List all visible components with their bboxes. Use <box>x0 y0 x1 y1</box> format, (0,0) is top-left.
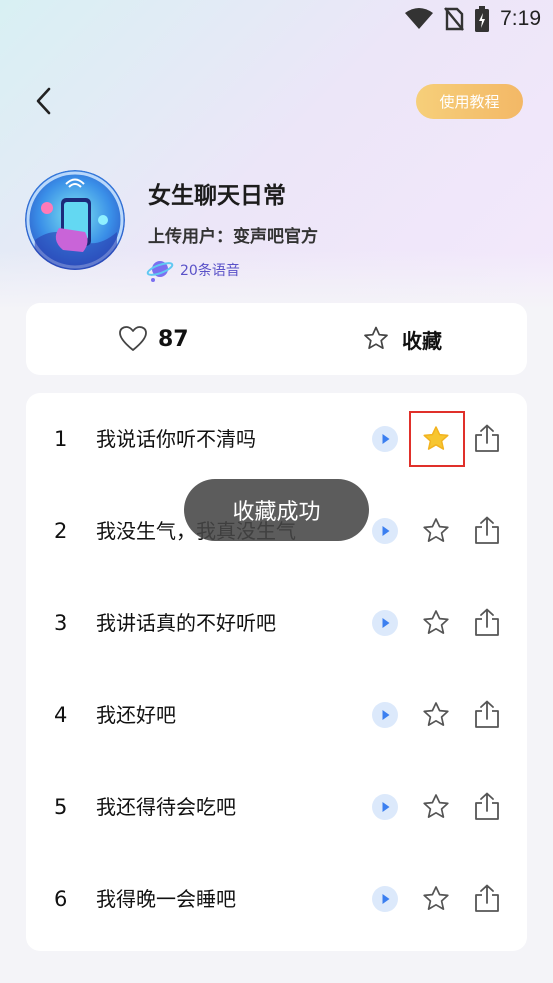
play-icon <box>382 802 390 812</box>
wifi-icon <box>405 8 434 29</box>
pack-cover-image <box>25 170 125 270</box>
item-index: 6 <box>54 887 68 911</box>
pack-title: 女生聊天日常 <box>148 183 286 209</box>
share-icon <box>475 884 499 912</box>
voice-count-text: 20条语音 <box>180 263 240 279</box>
item-index: 4 <box>54 703 68 727</box>
share-icon <box>475 516 499 544</box>
item-text: 我还得待会吃吧 <box>96 795 236 819</box>
favorite-label: 收藏 <box>402 328 442 353</box>
star-outline-icon <box>423 886 449 910</box>
star-outline-icon <box>423 518 449 542</box>
voice-list: 1 我说话你听不清吗 2 我没生气，我真没生气 <box>26 393 527 951</box>
favorite-button[interactable] <box>421 608 451 638</box>
play-button[interactable] <box>372 518 398 544</box>
star-filled-icon <box>423 426 449 450</box>
item-text: 我讲话真的不好听吧 <box>96 611 276 635</box>
battery-charging-icon <box>475 6 490 32</box>
tutorial-button[interactable]: 使用教程 <box>416 84 523 119</box>
share-button[interactable] <box>473 423 501 453</box>
list-item[interactable]: 5 我还得待会吃吧 <box>26 761 527 853</box>
star-outline-icon <box>423 794 449 818</box>
star-outline-icon <box>364 326 388 350</box>
share-button[interactable] <box>473 699 501 729</box>
item-index: 2 <box>54 519 68 543</box>
play-button[interactable] <box>372 610 398 636</box>
play-icon <box>382 526 390 536</box>
back-button[interactable] <box>28 84 60 118</box>
favorite-button[interactable] <box>421 424 451 454</box>
play-icon <box>382 894 390 904</box>
item-index: 5 <box>54 795 68 819</box>
play-button[interactable] <box>372 886 398 912</box>
favorite-button[interactable] <box>421 792 451 822</box>
item-text: 我还好吧 <box>96 703 176 727</box>
star-outline-icon <box>423 702 449 726</box>
list-item[interactable]: 6 我得晚一会睡吧 <box>26 853 527 945</box>
item-text: 我得晚一会睡吧 <box>96 887 236 911</box>
share-icon <box>475 424 499 452</box>
item-index: 1 <box>54 427 68 451</box>
status-bar: 7:19 <box>0 0 553 38</box>
chevron-left-icon <box>36 87 51 115</box>
heart-outline-icon <box>119 326 147 351</box>
planet-icon <box>146 261 174 282</box>
play-button[interactable] <box>372 426 398 452</box>
share-icon <box>475 608 499 636</box>
share-icon <box>475 792 499 820</box>
favorite-button[interactable] <box>421 700 451 730</box>
voice-count-badge: 20条语音 <box>146 255 240 285</box>
play-icon <box>382 434 390 444</box>
play-icon <box>382 618 390 628</box>
list-item[interactable]: 3 我讲话真的不好听吧 <box>26 577 527 669</box>
item-text: 我说话你听不清吗 <box>96 427 256 451</box>
item-index: 3 <box>54 611 68 635</box>
play-button[interactable] <box>372 702 398 728</box>
status-time: 7:19 <box>500 7 541 30</box>
share-button[interactable] <box>473 883 501 913</box>
star-outline-icon <box>423 610 449 634</box>
play-icon <box>382 710 390 720</box>
like-button[interactable]: 87 <box>118 303 189 375</box>
favorite-pack-button[interactable]: 收藏 <box>362 303 442 375</box>
stats-card: 87 收藏 <box>26 303 527 375</box>
uploader-label: 上传用户：变声吧官方 <box>148 227 318 247</box>
toast-message: 收藏成功 <box>184 479 369 541</box>
favorite-button[interactable] <box>421 516 451 546</box>
share-button[interactable] <box>473 791 501 821</box>
play-button[interactable] <box>372 794 398 820</box>
no-sim-icon <box>444 7 465 31</box>
favorite-button[interactable] <box>421 884 451 914</box>
share-button[interactable] <box>473 515 501 545</box>
like-count: 87 <box>158 326 189 352</box>
share-button[interactable] <box>473 607 501 637</box>
share-icon <box>475 700 499 728</box>
list-item[interactable]: 1 我说话你听不清吗 <box>26 393 527 485</box>
list-item[interactable]: 4 我还好吧 <box>26 669 527 761</box>
